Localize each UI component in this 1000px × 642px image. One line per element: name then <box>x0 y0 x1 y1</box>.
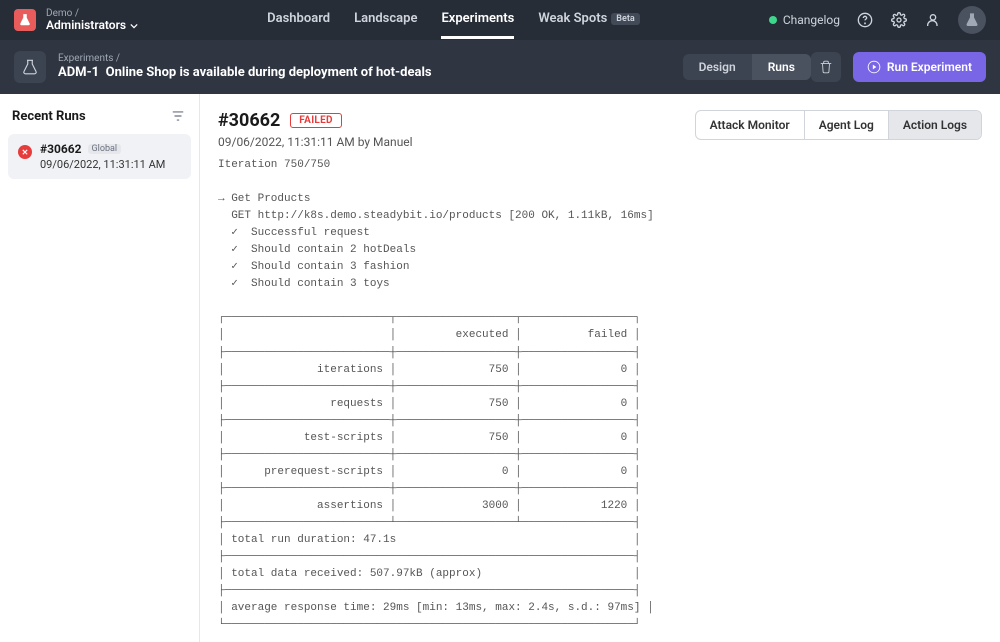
help-button[interactable] <box>856 11 874 29</box>
nav-weakspots[interactable]: Weak SpotsBeta <box>538 1 639 39</box>
sidebar-header: Recent Runs <box>8 108 191 134</box>
play-icon <box>867 60 881 74</box>
tab-design[interactable]: Design <box>683 54 752 80</box>
log-table-border: ├─────────────────────────┼─────────────… <box>218 483 640 495</box>
log-check: ✓ Should contain 3 toys <box>218 278 390 290</box>
topbar-left: Demo / Administrators <box>14 8 138 32</box>
log-table-border: ├─────────────────────────┴─────────────… <box>218 517 640 529</box>
topbar: Demo / Administrators Dashboard Landscap… <box>0 0 1000 40</box>
log-table-border: ├─────────────────────────┼─────────────… <box>218 381 640 393</box>
log-table-row: │ test-scripts │ 750 │ 0 │ <box>218 432 640 444</box>
profile-button[interactable] <box>924 11 942 29</box>
experiment-breadcrumb[interactable]: Experiments / <box>58 53 432 65</box>
log-table-border: ┌─────────────────────────┬─────────────… <box>218 312 640 324</box>
nav-experiments[interactable]: Experiments <box>441 1 514 39</box>
changelog-dot-icon <box>769 16 777 24</box>
filter-icon <box>171 109 185 123</box>
tab-runs[interactable]: Runs <box>752 54 811 80</box>
main-layout: Recent Runs #30662 Global 09/06/2022, 11… <box>0 94 1000 642</box>
log-iteration: Iteration 750/750 <box>218 159 330 171</box>
log-test-toggle[interactable]: → Get Products <box>218 193 310 205</box>
run-date: 09/06/2022, 11:31:11 AM <box>40 158 181 171</box>
nav-landscape[interactable]: Landscape <box>354 1 417 39</box>
tab-agent-log[interactable]: Agent Log <box>805 111 889 139</box>
log-table-border: └───────────────────────────────────────… <box>218 619 640 631</box>
sidebar-title: Recent Runs <box>12 109 86 124</box>
help-icon <box>857 12 873 28</box>
user-avatar[interactable] <box>958 6 986 34</box>
flask-outline-icon <box>21 58 39 76</box>
trash-icon <box>819 60 833 74</box>
changelog-link[interactable]: Changelog <box>769 13 840 27</box>
experiment-title: ADM-1 Online Shop is available during de… <box>58 65 432 81</box>
log-table-summary: │ average response time: 29ms [min: 13ms… <box>218 602 654 614</box>
experiment-icon-box <box>14 51 46 83</box>
log-check: ✓ Should contain 3 fashion <box>218 261 409 273</box>
run-header: #30662 FAILED 09/06/2022, 11:31:11 AM by… <box>218 110 982 149</box>
run-scope-badge: Global <box>88 144 122 154</box>
log-table-row: │ iterations │ 750 │ 0 │ <box>218 364 640 376</box>
tab-action-logs[interactable]: Action Logs <box>889 111 981 139</box>
flask-icon <box>964 12 980 28</box>
subheader-right: Run Experiment <box>811 52 986 82</box>
app-logo[interactable] <box>14 9 36 31</box>
log-table-border: ├─────────────────────────┼─────────────… <box>218 347 640 359</box>
log-tabs: Attack Monitor Agent Log Action Logs <box>695 110 982 140</box>
log-table-border: ├───────────────────────────────────────… <box>218 551 640 563</box>
subheader: Experiments / ADM-1 Online Shop is avail… <box>0 40 1000 94</box>
flask-icon <box>18 13 32 27</box>
settings-button[interactable] <box>890 11 908 29</box>
log-table-row: │ requests │ 750 │ 0 │ <box>218 398 640 410</box>
log-table-row: │ assertions │ 3000 │ 1220 │ <box>218 500 640 512</box>
main-nav: Dashboard Landscape Experiments Weak Spo… <box>138 1 769 39</box>
log-table-summary: │ total run duration: 47.1s │ <box>218 534 640 546</box>
log-table-summary: │ total data received: 507.97kB (approx)… <box>218 568 640 580</box>
tenant-breadcrumb[interactable]: Demo / Administrators <box>46 8 138 32</box>
nav-dashboard[interactable]: Dashboard <box>267 1 330 39</box>
delete-button[interactable] <box>811 52 841 82</box>
gear-icon <box>891 12 907 28</box>
log-output: Iteration 750/750 → Get Products GET htt… <box>218 157 982 642</box>
run-experiment-button[interactable]: Run Experiment <box>853 52 986 82</box>
experiment-title-block: Experiments / ADM-1 Online Shop is avail… <box>58 53 432 81</box>
run-list-item[interactable]: #30662 Global 09/06/2022, 11:31:11 AM <box>8 134 191 179</box>
recent-runs-sidebar: Recent Runs #30662 Global 09/06/2022, 11… <box>0 94 200 642</box>
user-icon <box>925 12 941 28</box>
view-tabs: Design Runs <box>683 54 811 80</box>
topbar-right: Changelog <box>769 6 986 34</box>
run-title: #30662 <box>218 110 280 131</box>
run-number: #30662 <box>40 142 82 156</box>
run-content: #30662 FAILED 09/06/2022, 11:31:11 AM by… <box>200 94 1000 642</box>
beta-badge: Beta <box>611 13 639 25</box>
run-item-content: #30662 Global 09/06/2022, 11:31:11 AM <box>40 142 181 171</box>
log-table-row: │ prerequest-scripts │ 0 │ 0 │ <box>218 466 640 478</box>
status-badge: FAILED <box>290 113 342 128</box>
filter-button[interactable] <box>171 108 187 124</box>
breadcrumb-bottom: Administrators <box>46 19 138 32</box>
log-check: ✓ Successful request <box>218 227 370 239</box>
log-table-header: │ │ executed │ failed │ <box>218 329 640 341</box>
log-table-border: ├─────────────────────────┼─────────────… <box>218 449 640 461</box>
failed-status-icon <box>18 145 32 159</box>
chevron-down-icon <box>130 22 138 30</box>
tab-attack-monitor[interactable]: Attack Monitor <box>696 111 805 139</box>
log-request: GET http://k8s.demo.steadybit.io/product… <box>218 210 654 222</box>
subheader-left: Experiments / ADM-1 Online Shop is avail… <box>14 51 683 83</box>
log-table-border: ├───────────────────────────────────────… <box>218 585 640 597</box>
log-table-border: ├─────────────────────────┼─────────────… <box>218 415 640 427</box>
log-check: ✓ Should contain 2 hotDeals <box>218 244 416 256</box>
run-meta: 09/06/2022, 11:31:11 AM by Manuel <box>218 135 413 149</box>
